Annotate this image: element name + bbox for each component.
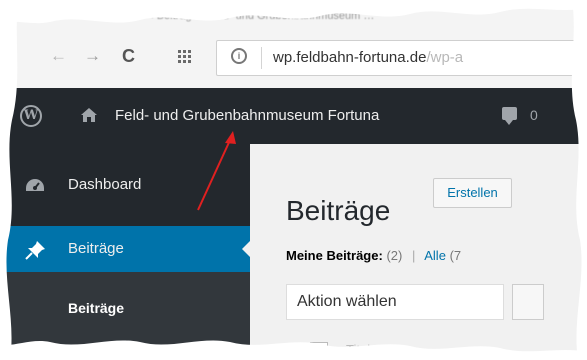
url-domain: wp.feldbahn-fortuna.de	[273, 49, 427, 66]
forward-button[interactable]: →	[84, 46, 101, 66]
column-title-header[interactable]: Titel	[346, 342, 370, 357]
select-all-checkbox[interactable]	[310, 342, 328, 360]
home-icon[interactable]	[80, 106, 98, 124]
page-title: Beiträge	[286, 194, 391, 226]
menu-item-posts[interactable]: Beiträge	[0, 226, 250, 272]
menu-item-dashboard[interactable]: Dashboard	[0, 162, 250, 210]
reload-button[interactable]: C	[122, 46, 135, 66]
address-bar-divider	[261, 47, 262, 69]
submenu-item-all-posts[interactable]: Beiträge	[68, 300, 124, 316]
url-path: /wp-a	[426, 49, 464, 66]
comment-count[interactable]: 0	[530, 107, 538, 123]
pin-icon	[25, 241, 45, 260]
admin-sidebar: Dashboard Beiträge Beiträge	[0, 144, 250, 360]
dashboard-icon	[26, 179, 44, 191]
bulk-action-select[interactable]: Aktion wählen	[286, 284, 504, 320]
comment-icon[interactable]	[502, 107, 517, 125]
back-button[interactable]: ←	[50, 46, 67, 66]
address-bar[interactable]: i wp.feldbahn-fortuna.de/wp-a	[216, 40, 587, 76]
filter-all-count: (7	[449, 248, 462, 263]
main-content: Beiträge Erstellen Meine Beiträge: (2) |…	[250, 144, 587, 360]
apps-icon[interactable]	[178, 50, 191, 63]
menu-label-posts: Beiträge	[68, 240, 124, 257]
filter-all-link[interactable]: Alle	[424, 248, 446, 263]
apply-button[interactable]	[512, 284, 544, 320]
filter-separator: |	[411, 248, 416, 263]
wordpress-logo-icon[interactable]: W	[20, 105, 42, 127]
posts-submenu: Beiträge	[0, 272, 250, 360]
browser-toolbar: ‹ Beiträge ‹ Feld- und Grubenbahnmuseum …	[0, 0, 587, 88]
url-text[interactable]: wp.feldbahn-fortuna.de/wp-a	[273, 49, 463, 66]
filter-mine-count: (2)	[386, 248, 403, 263]
tab-title[interactable]: ‹ Beiträge ‹ Feld- und Grubenbahnmuseum …	[150, 10, 374, 22]
site-name-link[interactable]: Feld- und Grubenbahnmuseum Fortuna	[115, 107, 379, 124]
menu-label-dashboard: Dashboard	[68, 176, 142, 193]
filter-mine-link[interactable]: Meine Beiträge:	[286, 248, 383, 263]
wp-admin-bar: W Feld- und Grubenbahnmuseum Fortuna 0	[0, 88, 587, 144]
add-new-button[interactable]: Erstellen	[433, 178, 512, 208]
post-filter-links: Meine Beiträge: (2) | Alle (7	[286, 248, 461, 263]
site-info-icon[interactable]: i	[231, 48, 247, 64]
